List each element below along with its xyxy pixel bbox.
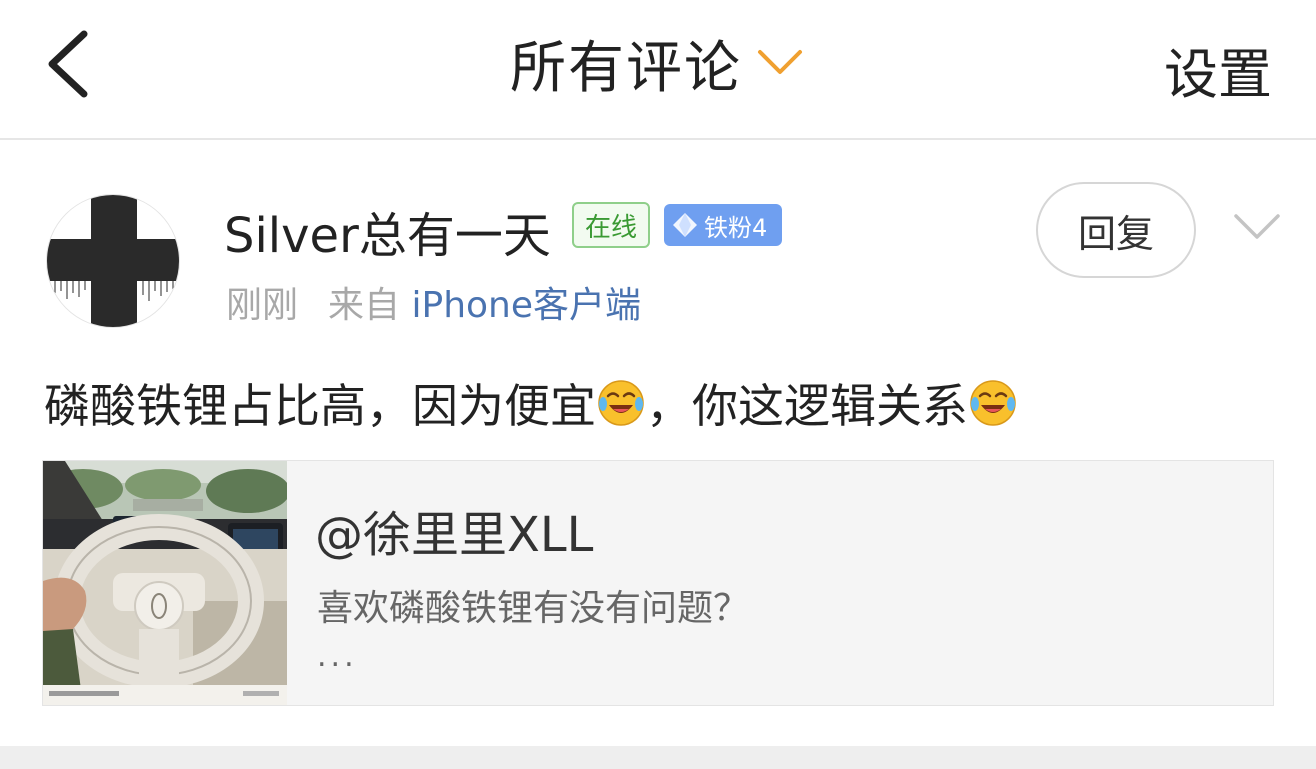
- comment-source-client[interactable]: iPhone客户端: [411, 285, 641, 326]
- comment-text-part1: 磷酸铁锂占比高，因为便宜: [44, 379, 596, 433]
- fan-level-badge[interactable]: 铁粉4: [664, 204, 782, 246]
- quoted-post-thumbnail: [43, 461, 287, 705]
- top-nav-bar: 所有评论 设置: [0, 0, 1316, 140]
- quoted-post-card[interactable]: @徐里里XLL 喜欢磷酸铁锂有没有问题？ ...: [42, 460, 1274, 706]
- reply-button[interactable]: 回复: [1036, 182, 1196, 278]
- quoted-post-text: 喜欢磷酸铁锂有没有问题？: [317, 588, 750, 629]
- fan-badge-label: 铁粉4: [704, 213, 768, 242]
- section-divider: [0, 746, 1316, 769]
- back-button[interactable]: [40, 28, 100, 100]
- avatar[interactable]: [46, 194, 180, 328]
- online-status-badge: 在线: [572, 202, 650, 248]
- comment-text-part2: ，你这逻辑关系: [646, 379, 968, 433]
- chevron-down-icon: [758, 50, 802, 74]
- comment-username[interactable]: Silver总有一天: [224, 196, 551, 266]
- comment-text: 磷酸铁锂占比高，因为便宜 ，你这逻辑关系: [44, 370, 1018, 436]
- settings-button[interactable]: 设置: [1164, 30, 1272, 109]
- diamond-icon: [673, 213, 697, 237]
- chevron-left-icon: [48, 30, 88, 98]
- comment-source-prefix: 来自: [328, 285, 401, 326]
- comment-meta: 刚刚 来自 iPhone客户端: [226, 276, 641, 328]
- quoted-post-ellipsis: ...: [317, 639, 358, 674]
- page-title: 所有评论: [510, 35, 742, 101]
- laugh-cry-emoji-icon: [970, 380, 1016, 426]
- quoted-post-author[interactable]: @徐里里XLL: [315, 495, 593, 565]
- chevron-down-icon[interactable]: [1232, 210, 1282, 244]
- laugh-cry-emoji-icon: [598, 380, 644, 426]
- comment-filter-dropdown[interactable]: 所有评论: [510, 28, 804, 101]
- comment-time: 刚刚: [226, 285, 299, 326]
